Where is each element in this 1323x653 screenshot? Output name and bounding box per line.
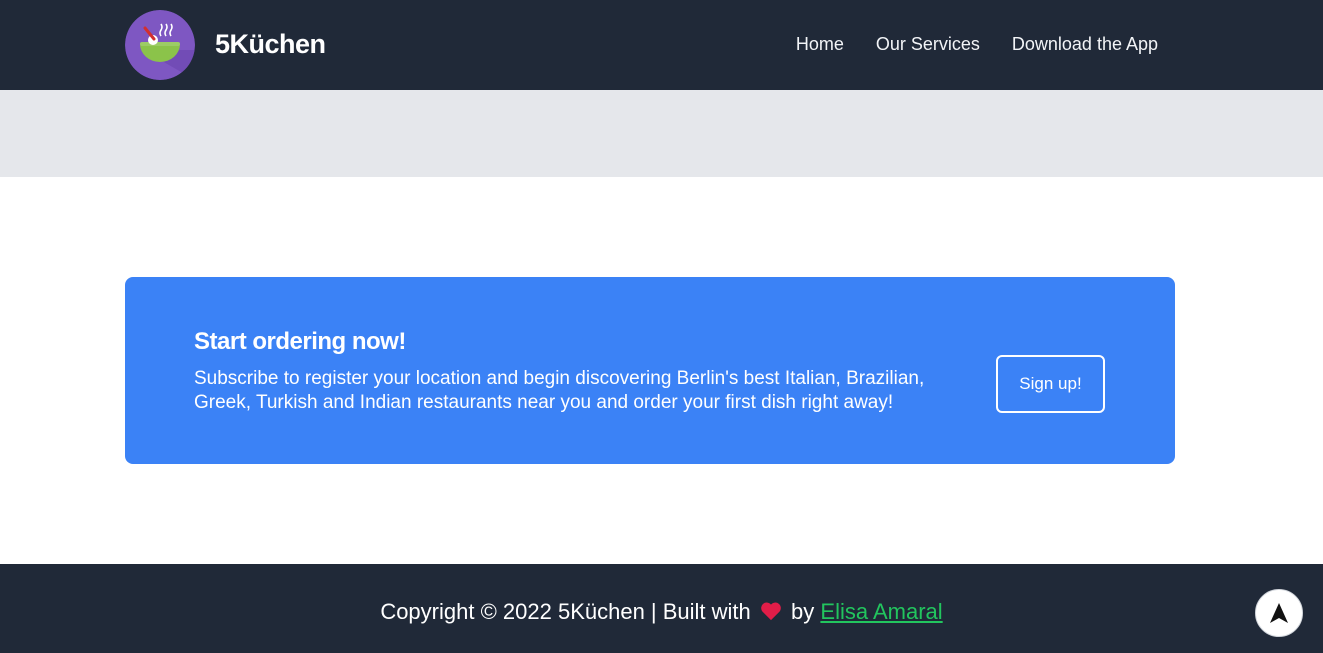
by-text: by — [791, 599, 815, 624]
arrow-up-icon — [1270, 603, 1288, 623]
soup-bowl-icon — [125, 10, 195, 80]
main-nav: Home Our Services Download the App — [796, 34, 1158, 55]
footer-copyright: Copyright © 2022 5Küchen | Built with by… — [0, 599, 1323, 625]
copyright-text: Copyright © 2022 5Küchen | Built with — [380, 599, 751, 624]
logo[interactable] — [125, 10, 195, 80]
hero-strip — [0, 90, 1323, 177]
scroll-top-button[interactable] — [1255, 589, 1303, 637]
cta-banner: Start ordering now! Subscribe to registe… — [125, 277, 1175, 464]
cta-description: Subscribe to register your location and … — [194, 368, 925, 413]
heart-icon — [761, 602, 781, 621]
nav-home[interactable]: Home — [796, 34, 844, 55]
site-header: 5Küchen Home Our Services Download the A… — [0, 0, 1323, 90]
brand-name[interactable]: 5Küchen — [215, 29, 326, 60]
sign-up-button[interactable]: Sign up! — [996, 355, 1105, 413]
nav-download-app[interactable]: Download the App — [1012, 34, 1158, 55]
site-footer: Copyright © 2022 5Küchen | Built with by… — [0, 564, 1323, 653]
nav-our-services[interactable]: Our Services — [876, 34, 980, 55]
author-link[interactable]: Elisa Amaral — [820, 599, 942, 624]
cta-title: Start ordering now! — [194, 328, 406, 355]
